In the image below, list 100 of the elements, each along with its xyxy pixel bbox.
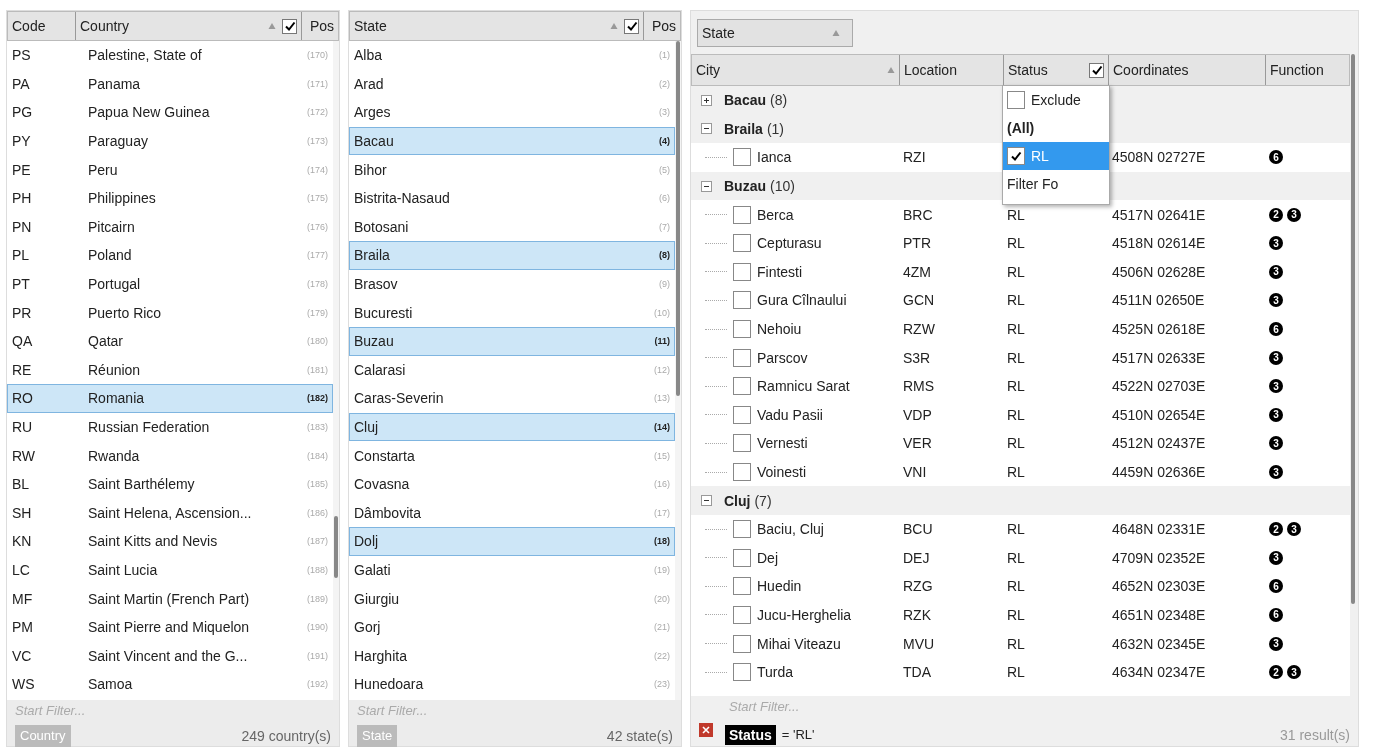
- state-row[interactable]: Covasna (16): [349, 469, 675, 499]
- row-checkbox[interactable]: [733, 205, 751, 224]
- state-row[interactable]: Bihor (5): [349, 155, 675, 184]
- state-row[interactable]: Cluj (14): [349, 412, 675, 442]
- scrollbar-thumb[interactable]: [334, 516, 338, 578]
- filter-checkbox[interactable]: [1089, 62, 1104, 78]
- country-row[interactable]: PM Saint Pierre and Miquelon (190): [7, 612, 333, 642]
- function-badge[interactable]: 3: [1269, 293, 1283, 308]
- function-badge[interactable]: 3: [1287, 665, 1301, 680]
- function-badge[interactable]: 2: [1269, 207, 1283, 222]
- country-row[interactable]: KN Saint Kitts and Nevis (187): [7, 527, 333, 556]
- row-checkbox[interactable]: [733, 405, 751, 424]
- function-badge[interactable]: 3: [1287, 522, 1301, 537]
- row-checkbox[interactable]: [733, 463, 751, 481]
- state-row[interactable]: Harghita (22): [349, 641, 675, 671]
- country-row[interactable]: QA Qatar (180): [7, 326, 333, 356]
- column-header[interactable]: Location: [900, 55, 1004, 85]
- column-header[interactable]: Country: [76, 12, 302, 40]
- column-header[interactable]: Pos: [644, 12, 680, 40]
- row-checkbox[interactable]: [733, 262, 751, 281]
- row-checkbox[interactable]: [733, 434, 751, 453]
- state-row[interactable]: Arges (3): [349, 98, 675, 127]
- function-badge[interactable]: 3: [1269, 264, 1283, 279]
- country-row[interactable]: PY Paraguay (173): [7, 126, 333, 156]
- column-header[interactable]: City: [692, 55, 900, 85]
- country-row[interactable]: PT Portugal (178): [7, 269, 333, 299]
- country-row[interactable]: PE Peru (174): [7, 155, 333, 184]
- country-row[interactable]: PG Papua New Guinea (172): [7, 98, 333, 127]
- function-badge[interactable]: 3: [1269, 407, 1283, 422]
- row-checkbox[interactable]: [733, 520, 751, 539]
- column-header[interactable]: State: [350, 12, 644, 40]
- state-row[interactable]: Gorj (21): [349, 612, 675, 642]
- group-by-button[interactable]: State: [697, 18, 853, 47]
- row-checkbox[interactable]: [733, 234, 751, 253]
- expander-icon[interactable]: [701, 495, 712, 507]
- row-checkbox[interactable]: [733, 377, 751, 396]
- function-badge[interactable]: 3: [1269, 550, 1283, 565]
- state-row[interactable]: Giurgiu (20): [349, 584, 675, 613]
- function-badge[interactable]: 3: [1269, 236, 1283, 251]
- country-row[interactable]: PR Puerto Rico (179): [7, 298, 333, 327]
- state-row[interactable]: Dâmbovita (17): [349, 498, 675, 528]
- function-badge[interactable]: 3: [1269, 350, 1283, 365]
- function-badge[interactable]: 3: [1269, 465, 1283, 479]
- country-row[interactable]: PH Philippines (175): [7, 183, 333, 213]
- scrollbar-thumb[interactable]: [1351, 54, 1355, 604]
- expander-icon[interactable]: [701, 94, 712, 106]
- function-badge[interactable]: 6: [1269, 150, 1283, 165]
- state-row[interactable]: Bucuresti (10): [349, 298, 675, 327]
- filter-for-field[interactable]: Filter Fo: [1003, 170, 1109, 198]
- state-row[interactable]: Galati (19): [349, 555, 675, 585]
- country-row[interactable]: MF Saint Martin (French Part) (189): [7, 584, 333, 613]
- state-row[interactable]: Bacau (4): [349, 126, 675, 156]
- country-row[interactable]: RU Russian Federation (183): [7, 412, 333, 442]
- function-badge[interactable]: 6: [1269, 322, 1283, 337]
- function-badge[interactable]: 2: [1269, 522, 1283, 537]
- column-header[interactable]: Code: [8, 12, 76, 40]
- column-header[interactable]: Coordinates: [1109, 55, 1266, 85]
- row-checkbox[interactable]: [733, 663, 751, 682]
- country-row[interactable]: PN Pitcairn (176): [7, 212, 333, 242]
- expander-icon[interactable]: [701, 180, 712, 192]
- function-badge[interactable]: 3: [1269, 636, 1283, 651]
- function-badge[interactable]: 6: [1269, 608, 1283, 622]
- country-row[interactable]: VC Saint Vincent and the G... (191): [7, 641, 333, 671]
- country-row[interactable]: RW Rwanda (184): [7, 441, 333, 470]
- function-badge[interactable]: 3: [1287, 207, 1301, 222]
- column-header[interactable]: Pos: [302, 12, 338, 40]
- country-row[interactable]: PA Panama (171): [7, 69, 333, 99]
- country-row[interactable]: BL Saint Barthélemy (185): [7, 469, 333, 499]
- state-row[interactable]: Brasov (9): [349, 269, 675, 299]
- state-row[interactable]: Caras-Severin (13): [349, 384, 675, 413]
- expander-icon[interactable]: [701, 123, 712, 135]
- row-checkbox[interactable]: [733, 148, 751, 167]
- row-checkbox[interactable]: [733, 320, 751, 339]
- function-badge[interactable]: 2: [1269, 665, 1283, 680]
- country-row[interactable]: RO Romania (182): [7, 384, 333, 413]
- state-row[interactable]: Alba (1): [349, 41, 675, 70]
- scrollbar-thumb[interactable]: [676, 41, 680, 396]
- state-row[interactable]: Buzau (11): [349, 326, 675, 356]
- exclude-checkbox[interactable]: Exclude: [1003, 86, 1109, 114]
- header-checkbox[interactable]: [282, 18, 297, 34]
- row-checkbox[interactable]: [733, 634, 751, 653]
- header-checkbox[interactable]: [624, 18, 639, 34]
- country-row[interactable]: PS Palestine, State of (170): [7, 41, 333, 70]
- state-row[interactable]: Dolj (18): [349, 527, 675, 556]
- clear-filter-icon[interactable]: [699, 723, 713, 737]
- function-badge[interactable]: 3: [1269, 379, 1283, 394]
- state-row[interactable]: Botosani (7): [349, 212, 675, 242]
- state-row[interactable]: Braila (8): [349, 241, 675, 270]
- country-row[interactable]: SH Saint Helena, Ascension... (186): [7, 498, 333, 528]
- row-checkbox[interactable]: [733, 548, 751, 567]
- row-checkbox[interactable]: [733, 606, 751, 624]
- all-option[interactable]: (All): [1003, 114, 1109, 142]
- state-row[interactable]: Constarta (15): [349, 441, 675, 470]
- state-row[interactable]: Calarasi (12): [349, 355, 675, 385]
- state-row[interactable]: Bistrita-Nasaud (6): [349, 183, 675, 213]
- state-row[interactable]: Hunedoara (23): [349, 670, 675, 699]
- function-badge[interactable]: 3: [1269, 436, 1283, 451]
- column-header[interactable]: Function: [1266, 55, 1349, 85]
- state-row[interactable]: Arad (2): [349, 69, 675, 99]
- country-row[interactable]: PL Poland (177): [7, 241, 333, 270]
